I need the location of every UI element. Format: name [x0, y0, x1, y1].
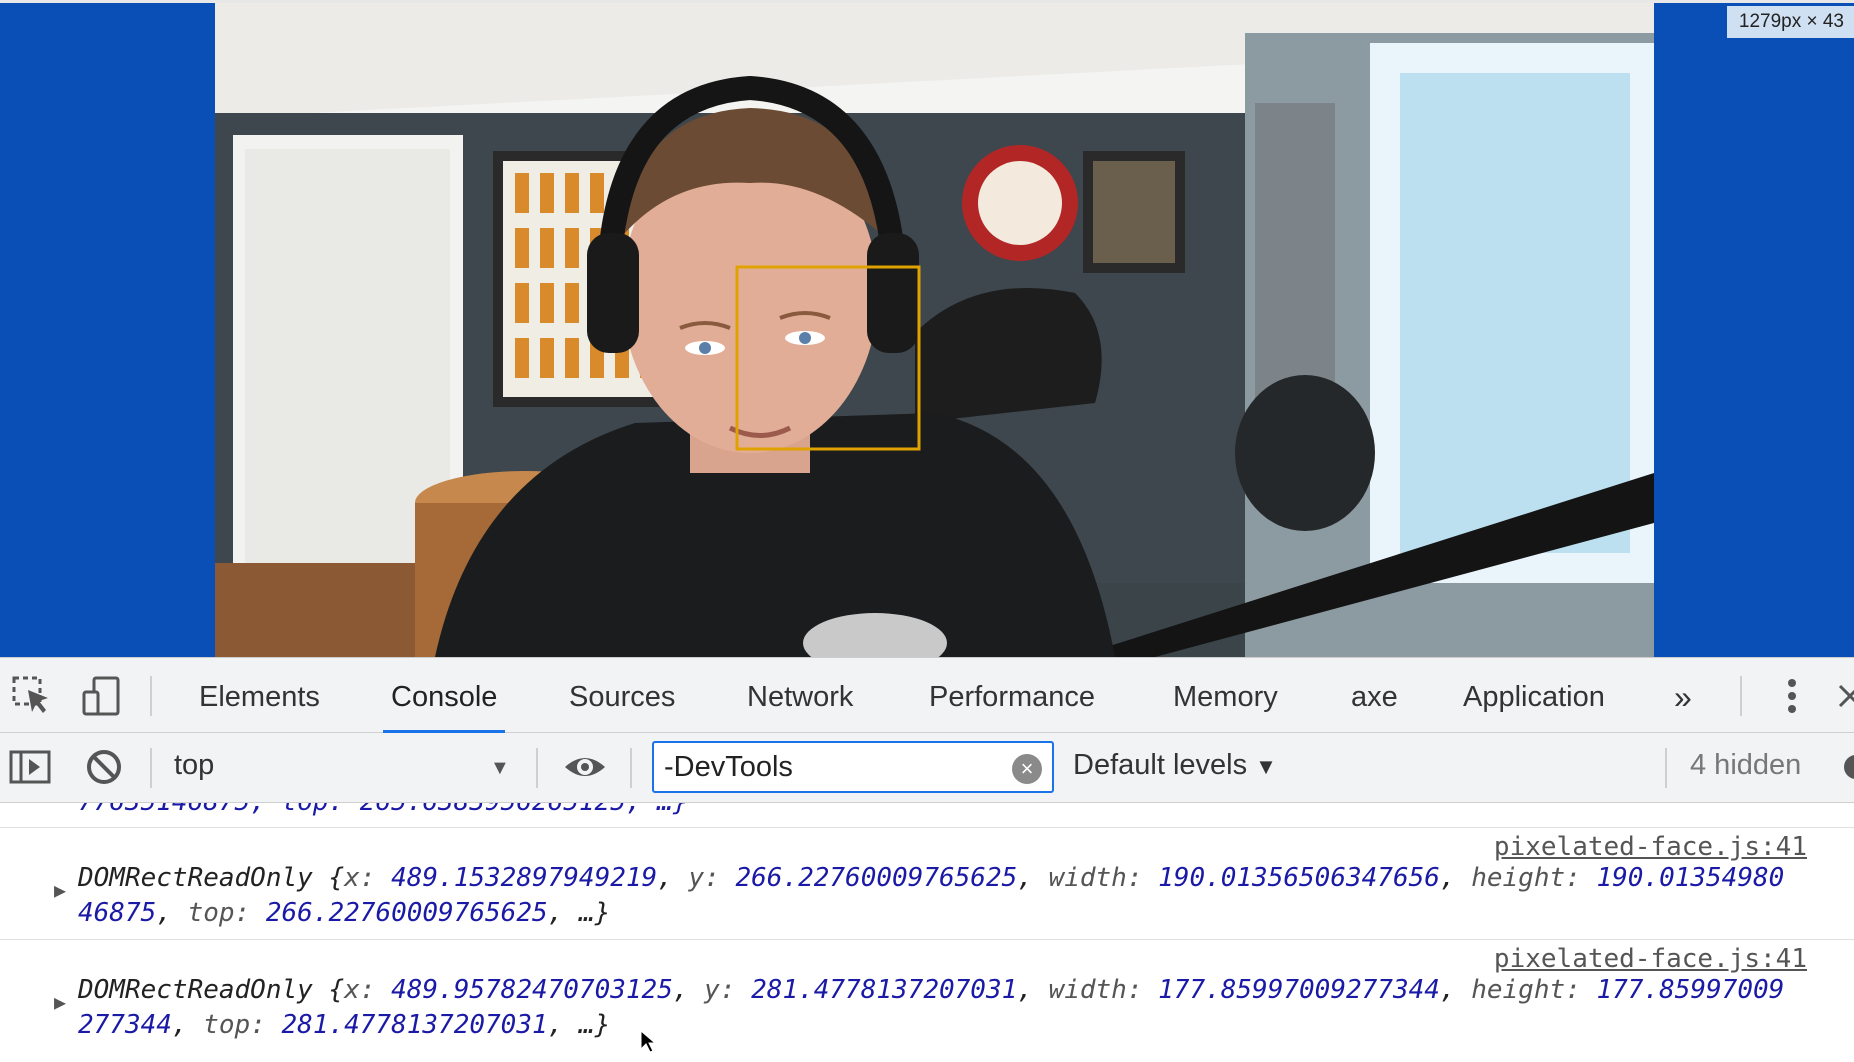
- tab-application[interactable]: Application: [1461, 658, 1607, 734]
- log-levels-dropdown[interactable]: Default levels ▼: [1073, 749, 1277, 782]
- toolbar-separator: [150, 748, 152, 788]
- key-label: width:: [1048, 975, 1159, 1005]
- width-value: 177.85997009277344: [1158, 975, 1440, 1005]
- more-tabs-button[interactable]: »: [1672, 658, 1694, 734]
- webcam-video: [215, 3, 1654, 657]
- key-label: y:: [704, 975, 752, 1005]
- object-class-name: DOMRectReadOnly: [78, 863, 313, 893]
- console-output: 77635146875, top: 265.6383956265125, …} …: [0, 803, 1854, 1062]
- tab-elements[interactable]: Elements: [197, 658, 322, 734]
- close-devtools-icon[interactable]: [1834, 674, 1854, 718]
- console-message[interactable]: pixelated-face.js:41 ▶ DOMRectReadOnly {…: [0, 939, 1854, 1062]
- y-value: 266.22760009765625: [735, 863, 1018, 893]
- context-selector[interactable]: top: [174, 749, 214, 782]
- clear-filter-icon[interactable]: ×: [1012, 754, 1042, 784]
- x-value: 489.1532897949219: [391, 863, 658, 893]
- tab-axe[interactable]: axe: [1349, 658, 1400, 734]
- tab-memory[interactable]: Memory: [1171, 658, 1280, 734]
- tab-sources[interactable]: Sources: [567, 658, 677, 734]
- hidden-messages-count: 4 hidden: [1690, 749, 1802, 781]
- console-toolbar: top ▼ × Default levels ▼ 4 hidden: [0, 733, 1854, 803]
- page-viewport: 1279px × 43: [0, 0, 1854, 657]
- source-link[interactable]: pixelated-face.js:41: [1494, 944, 1807, 974]
- toolbar-separator: [536, 748, 538, 788]
- x-value: 489.95782470703125: [391, 975, 673, 1005]
- truncated-console-line: 77635146875, top: 265.6383956265125, …}: [78, 803, 688, 817]
- device-toolbar-icon[interactable]: [80, 674, 124, 718]
- tab-performance[interactable]: Performance: [927, 658, 1097, 734]
- key-label: x:: [344, 863, 392, 893]
- y-value: 281.4778137207031: [751, 975, 1018, 1005]
- expand-triangle-icon[interactable]: ▶: [54, 878, 66, 902]
- key-label: top:: [203, 1010, 282, 1040]
- filter-input[interactable]: [664, 749, 984, 785]
- toolbar-separator: [1740, 676, 1742, 716]
- devtools-tab-bar: Elements Console Sources Network Perform…: [0, 657, 1854, 734]
- key-label: height:: [1471, 975, 1597, 1005]
- live-expression-eye-icon[interactable]: [563, 745, 607, 789]
- toolbar-separator: [150, 676, 152, 716]
- console-message-text: DOMRectReadOnly {x: 489.1532897949219, y…: [78, 863, 1785, 928]
- key-label: height:: [1471, 863, 1597, 893]
- context-dropdown-icon[interactable]: ▼: [490, 757, 510, 780]
- chevron-down-icon: ▼: [1255, 754, 1277, 779]
- console-message[interactable]: pixelated-face.js:41 ▶ DOMRectReadOnly {…: [0, 827, 1854, 939]
- console-settings-gear-icon[interactable]: [1838, 745, 1854, 789]
- top-value: 281.4778137207031: [281, 1010, 548, 1040]
- mouse-cursor-icon: [640, 1030, 656, 1053]
- key-label: x:: [344, 975, 392, 1005]
- toolbar-separator: [1665, 748, 1667, 788]
- source-link[interactable]: pixelated-face.js:41: [1494, 832, 1807, 862]
- top-value: 266.22760009765625: [265, 898, 548, 928]
- kebab-menu-icon[interactable]: [1770, 674, 1814, 718]
- console-filter[interactable]: ×: [652, 741, 1054, 793]
- inspect-element-icon[interactable]: [10, 674, 54, 718]
- show-sidebar-icon[interactable]: [8, 745, 52, 789]
- toolbar-separator: [630, 748, 632, 788]
- devtools-panel: Elements Console Sources Network Perform…: [0, 657, 1854, 1062]
- clear-console-icon[interactable]: [82, 745, 126, 789]
- viewport-dimensions-label: 1279px × 43: [1726, 6, 1854, 38]
- expand-triangle-icon[interactable]: ▶: [54, 990, 66, 1014]
- key-label: y:: [688, 863, 736, 893]
- key-label: width:: [1048, 863, 1159, 893]
- width-value: 190.01356506347656: [1158, 863, 1440, 893]
- console-message-text: DOMRectReadOnly {x: 489.95782470703125, …: [78, 975, 1785, 1040]
- log-levels-label: Default levels: [1073, 749, 1248, 781]
- key-label: top:: [187, 898, 266, 928]
- tab-network[interactable]: Network: [745, 658, 855, 734]
- tab-console[interactable]: Console: [382, 658, 506, 734]
- webcam-frame: [215, 3, 1654, 657]
- object-class-name: DOMRectReadOnly: [78, 975, 313, 1005]
